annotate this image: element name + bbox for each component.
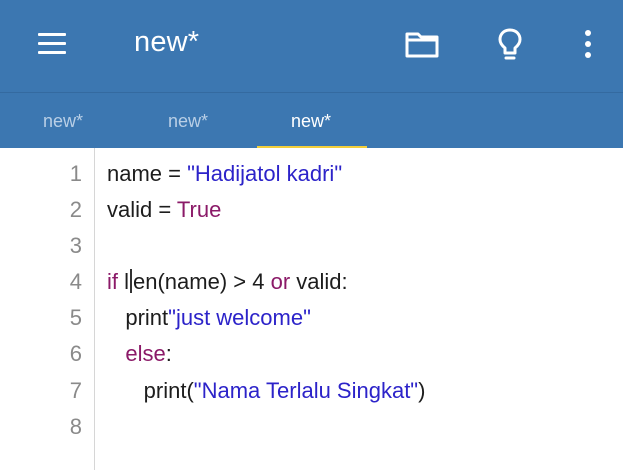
tab-2[interactable]: new* <box>168 93 208 149</box>
text-cursor <box>130 269 132 293</box>
code-token: "just welcome" <box>168 305 311 330</box>
line-number: 8 <box>69 414 82 439</box>
code-token: True <box>176 197 222 222</box>
code-line[interactable]: 5 print"just welcome" <box>0 300 623 336</box>
code-text[interactable]: if l en(name) > 4 or valid: <box>107 264 348 300</box>
code-token: "Hadijatol kadri" <box>187 161 343 186</box>
file-title: new* <box>134 26 200 58</box>
line-number: 6 <box>69 341 82 366</box>
code-token: valid = <box>107 197 177 222</box>
code-token: l <box>118 269 129 294</box>
more-vertical-icon[interactable] <box>583 30 593 62</box>
menu-icon[interactable] <box>38 33 66 55</box>
line-number: 4 <box>69 269 82 294</box>
code-line[interactable]: 7 print("Nama Terlalu Singkat") <box>0 373 623 409</box>
code-token: print( <box>107 378 194 403</box>
code-line[interactable]: 1 name = "Hadijatol kadri" <box>0 156 623 192</box>
code-token: "Nama Terlalu Singkat" <box>193 378 419 403</box>
code-line[interactable]: 3 <box>0 228 623 264</box>
code-token: valid: <box>290 269 348 294</box>
line-number: 1 <box>69 161 82 186</box>
code-token: or <box>270 269 291 294</box>
code-text[interactable]: name = "Hadijatol kadri" <box>107 156 342 192</box>
code-text[interactable]: print("Nama Terlalu Singkat") <box>107 373 426 409</box>
code-line[interactable]: 6 else: <box>0 336 623 372</box>
code-line[interactable]: 4 if l en(name) > 4 or valid: <box>0 264 623 300</box>
code-token: : <box>165 341 172 366</box>
code-token: else <box>125 341 166 366</box>
code-token: name = <box>107 161 188 186</box>
code-token: if <box>107 269 118 294</box>
code-text[interactable]: else: <box>107 336 172 372</box>
code-text[interactable]: print"just welcome" <box>107 300 311 336</box>
code-line[interactable]: 2 valid = True <box>0 192 623 228</box>
tab-bar: new* new* new* <box>0 92 623 149</box>
code-text[interactable]: valid = True <box>107 192 221 228</box>
code-token: ) <box>418 378 426 403</box>
code-editor[interactable]: 1 name = "Hadijatol kadri" 2 valid = True 3 4… <box>0 148 623 470</box>
code-token: en(name) > 4 <box>133 269 271 294</box>
line-number: 5 <box>69 305 82 330</box>
line-number: 3 <box>69 233 82 258</box>
folder-icon[interactable] <box>405 30 439 58</box>
line-number: 7 <box>69 378 82 403</box>
line-number: 2 <box>69 197 82 222</box>
app-bar: new* <box>0 0 623 92</box>
tab-1[interactable]: new* <box>43 93 83 149</box>
lightbulb-icon[interactable] <box>497 27 523 63</box>
tab-3-active[interactable]: new* <box>291 93 331 149</box>
code-line[interactable]: 8 <box>0 409 623 445</box>
code-token: print <box>107 305 169 330</box>
